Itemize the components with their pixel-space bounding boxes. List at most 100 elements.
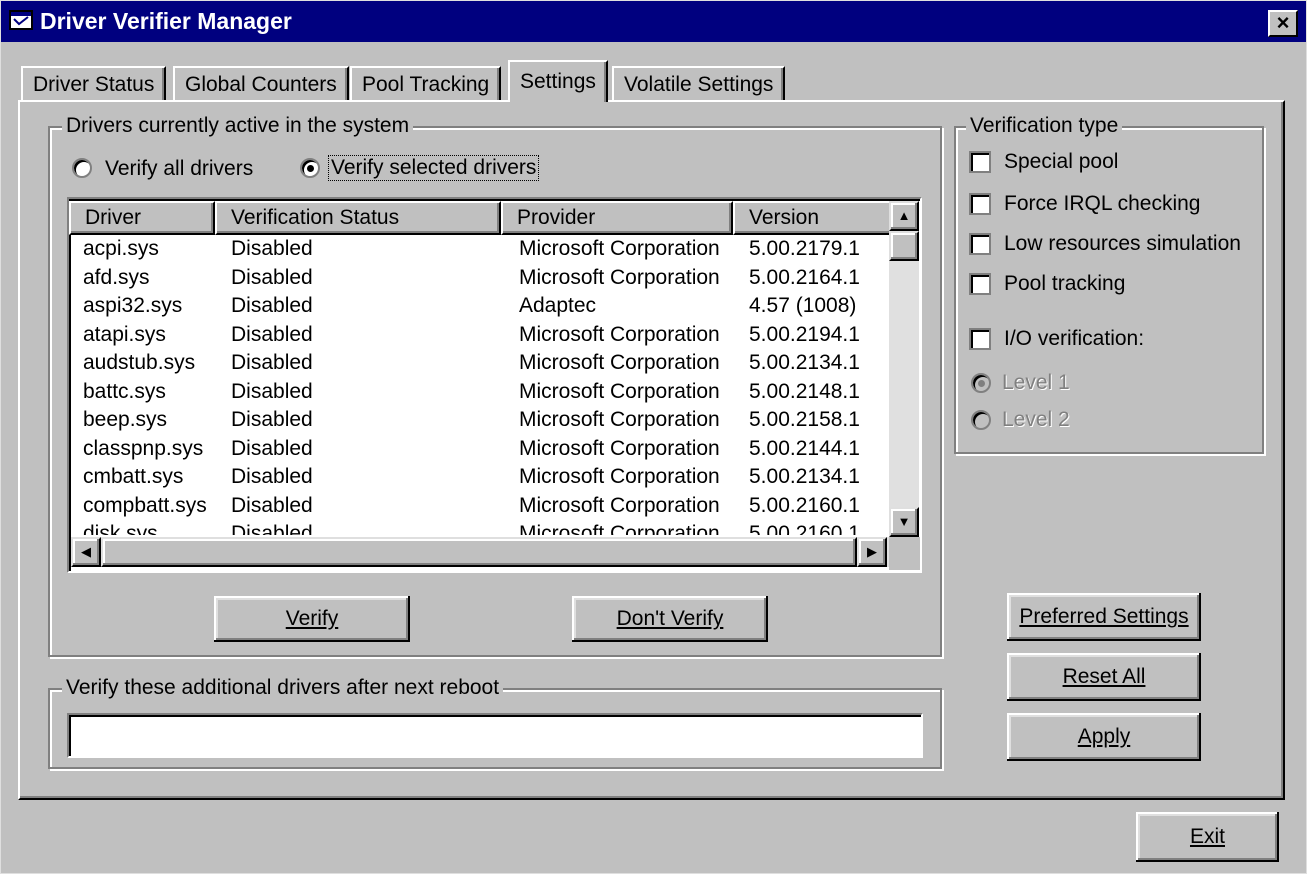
low-resources-checkbox[interactable] (969, 233, 991, 255)
verify-all-radio[interactable] (72, 158, 92, 178)
table-row[interactable]: compbatt.sys Disabled Microsoft Corporatio… (71, 492, 887, 521)
version-cell: 5.00.2158.1 (749, 408, 860, 431)
low-resources-label[interactable]: Low resources simulation (1004, 232, 1241, 256)
driver-cell: afd.sys (83, 265, 150, 289)
scroll-thumb-horizontal[interactable] (101, 537, 857, 567)
verify-button[interactable]: Verify (214, 596, 410, 642)
table-row[interactable]: disk.sys Disabled Microsoft Corporation 5.0… (71, 520, 887, 535)
listview-rows: acpi.sys Disabled Microsoft Corporation 5.0… (69, 233, 887, 535)
arrow-left-icon[interactable]: ◀ (71, 537, 101, 567)
driver-cell: cmbatt.sys (83, 465, 184, 488)
horizontal-scrollbar[interactable]: ◀ ▶ (71, 537, 889, 567)
level-2-radio (971, 410, 991, 430)
status-cell: Disabled (231, 379, 313, 403)
additional-drivers-input[interactable] (67, 713, 923, 758)
tab-volatile-settings[interactable]: Volatile Settings (612, 66, 786, 100)
provider-cell: Microsoft Corporation (519, 436, 720, 460)
status-cell: Disabled (231, 436, 313, 460)
apply-button[interactable]: Apply (1007, 713, 1201, 761)
driver-cell: compbatt.sys (83, 493, 207, 517)
driver-cell: classpnp.sys (83, 436, 204, 460)
version-cell: 5.00.2148.1 (749, 379, 860, 403)
version-cell: 5.00.2134.1 (749, 351, 860, 374)
status-cell: Disabled (231, 351, 313, 374)
force-irql-label[interactable]: Force IRQL checking (1004, 192, 1200, 216)
table-row[interactable]: aspi32.sys Disabled Adaptec 4.57 (1008) (71, 292, 887, 321)
scrollbar-corner (889, 537, 920, 570)
column-header-driver[interactable]: Driver (69, 201, 215, 235)
scroll-thumb-vertical[interactable] (889, 231, 919, 261)
provider-cell: Microsoft Corporation (519, 465, 720, 488)
column-header-provider[interactable]: Provider (501, 201, 733, 235)
drivers-listview[interactable]: Driver Verification Status Provider Vers… (67, 197, 922, 573)
provider-cell: Microsoft Corporation (519, 351, 720, 374)
level-2-label: Level 2 (1002, 408, 1070, 431)
level-1-label: Level 1 (1002, 371, 1070, 394)
tab-pool-tracking[interactable]: Pool Tracking (350, 66, 502, 100)
table-row[interactable]: afd.sys Disabled Microsoft Corporation 5.00… (71, 264, 887, 293)
version-cell: 5.00.2194.1 (749, 322, 860, 346)
drivers-group-legend: Drivers currently active in the system (62, 115, 414, 137)
driver-cell: aspi32.sys (83, 294, 183, 317)
version-cell: 4.57 (1008) (749, 294, 857, 317)
driver-cell: atapi.sys (83, 322, 166, 346)
table-row[interactable]: cmbatt.sys Disabled Microsoft Corporation 5… (71, 463, 887, 492)
table-row[interactable]: beep.sys Disabled Microsoft Corporation 5.0… (71, 406, 887, 435)
provider-cell: Microsoft Corporation (519, 237, 720, 260)
arrow-up-icon[interactable]: ▲ (889, 201, 919, 231)
provider-cell: Microsoft Corporation (519, 265, 720, 289)
version-cell: 5.00.2160.1 (749, 522, 860, 535)
version-cell: 5.00.2164.1 (749, 265, 860, 289)
io-verification-label[interactable]: I/O verification: (1004, 327, 1144, 351)
table-row[interactable]: atapi.sys Disabled Microsoft Corporation 5.… (71, 321, 887, 350)
table-row[interactable]: audstub.sys Disabled Microsoft Corporation… (71, 349, 887, 378)
tab-settings[interactable]: Settings (508, 60, 608, 102)
driver-cell: disk.sys (83, 522, 158, 535)
table-row[interactable]: battc.sys Disabled Microsoft Corporation 5.… (71, 378, 887, 407)
arrow-right-icon[interactable]: ▶ (857, 537, 887, 567)
verify-all-label[interactable]: Verify all drivers (105, 157, 253, 181)
level-1-radio (971, 373, 991, 393)
provider-cell: Microsoft Corporation (519, 493, 720, 517)
verify-selected-radio[interactable] (300, 158, 320, 178)
status-cell: Disabled (231, 522, 313, 535)
version-cell: 5.00.2160.1 (749, 493, 860, 517)
special-pool-checkbox[interactable] (969, 151, 991, 173)
driver-verifier-app-icon[interactable] (9, 10, 33, 30)
status-cell: Disabled (231, 322, 313, 346)
version-cell: 5.00.2179.1 (749, 237, 860, 260)
additional-drivers-legend: Verify these additional drivers after ne… (62, 677, 504, 699)
status-cell: Disabled (231, 265, 313, 289)
status-cell: Disabled (231, 294, 313, 317)
pool-tracking-checkbox[interactable] (969, 273, 991, 295)
pool-tracking-label[interactable]: Pool tracking (1004, 272, 1125, 296)
exit-button[interactable]: Exit (1136, 812, 1279, 862)
status-cell: Disabled (231, 237, 313, 260)
verify-selected-label[interactable]: Verify selected drivers (328, 155, 540, 181)
preferred-settings-button[interactable]: Preferred Settings (1007, 593, 1201, 641)
column-header-version[interactable]: Version (733, 201, 893, 235)
tab-global-counters[interactable]: Global Counters (173, 66, 349, 100)
reset-all-button[interactable]: Reset All (1007, 653, 1201, 701)
status-cell: Disabled (231, 493, 313, 517)
io-verification-checkbox[interactable] (969, 328, 991, 350)
driver-cell: acpi.sys (83, 237, 159, 260)
dont-verify-button[interactable]: Don't Verify (572, 596, 768, 642)
table-row[interactable]: acpi.sys Disabled Microsoft Corporation 5.0… (71, 235, 887, 264)
special-pool-label[interactable]: Special pool (1004, 150, 1118, 174)
arrow-down-icon[interactable]: ▼ (889, 507, 919, 537)
provider-cell: Microsoft Corporation (519, 408, 720, 431)
status-cell: Disabled (231, 408, 313, 431)
table-row[interactable]: classpnp.sys Disabled Microsoft Corporatio… (71, 435, 887, 464)
driver-cell: battc.sys (83, 379, 166, 403)
vertical-scrollbar[interactable]: ▲ ▼ (889, 201, 919, 537)
tab-driver-status[interactable]: Driver Status (21, 66, 167, 100)
force-irql-checkbox[interactable] (969, 193, 991, 215)
close-icon[interactable]: × (1268, 10, 1298, 37)
provider-cell: Microsoft Corporation (519, 522, 720, 535)
version-cell: 5.00.2134.1 (749, 465, 860, 488)
column-header-verification-status[interactable]: Verification Status (215, 201, 501, 235)
driver-cell: beep.sys (83, 408, 168, 431)
version-cell: 5.00.2144.1 (749, 436, 860, 460)
provider-cell: Microsoft Corporation (519, 379, 720, 403)
